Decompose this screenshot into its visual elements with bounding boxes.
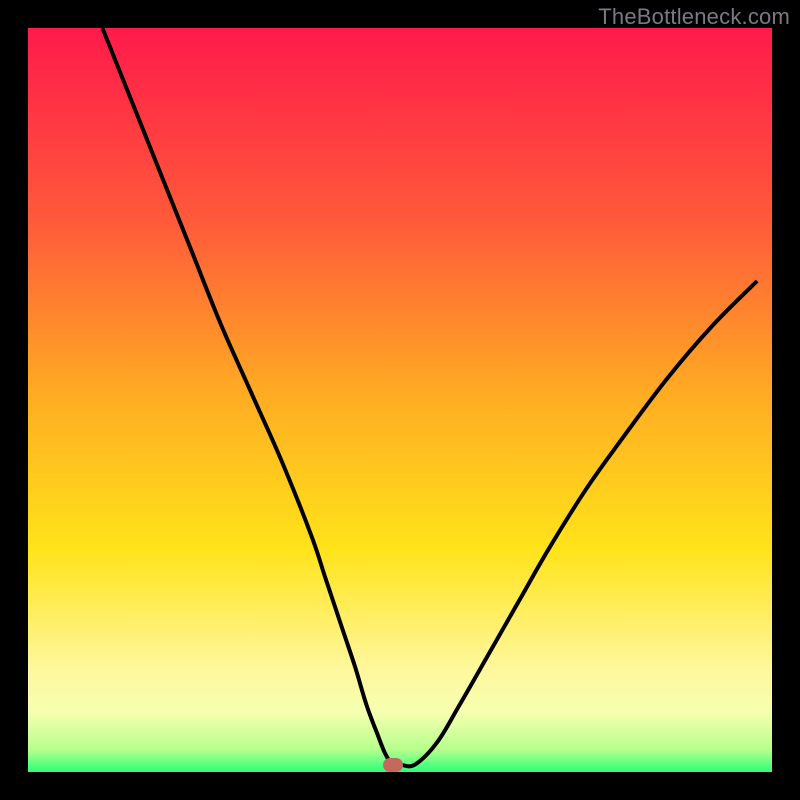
chart-frame: TheBottleneck.com <box>0 0 800 800</box>
watermark-text: TheBottleneck.com <box>598 4 790 30</box>
plot-area <box>28 28 772 772</box>
curve-svg <box>28 28 772 772</box>
bottleneck-curve <box>102 28 757 766</box>
optimum-marker <box>383 758 403 772</box>
